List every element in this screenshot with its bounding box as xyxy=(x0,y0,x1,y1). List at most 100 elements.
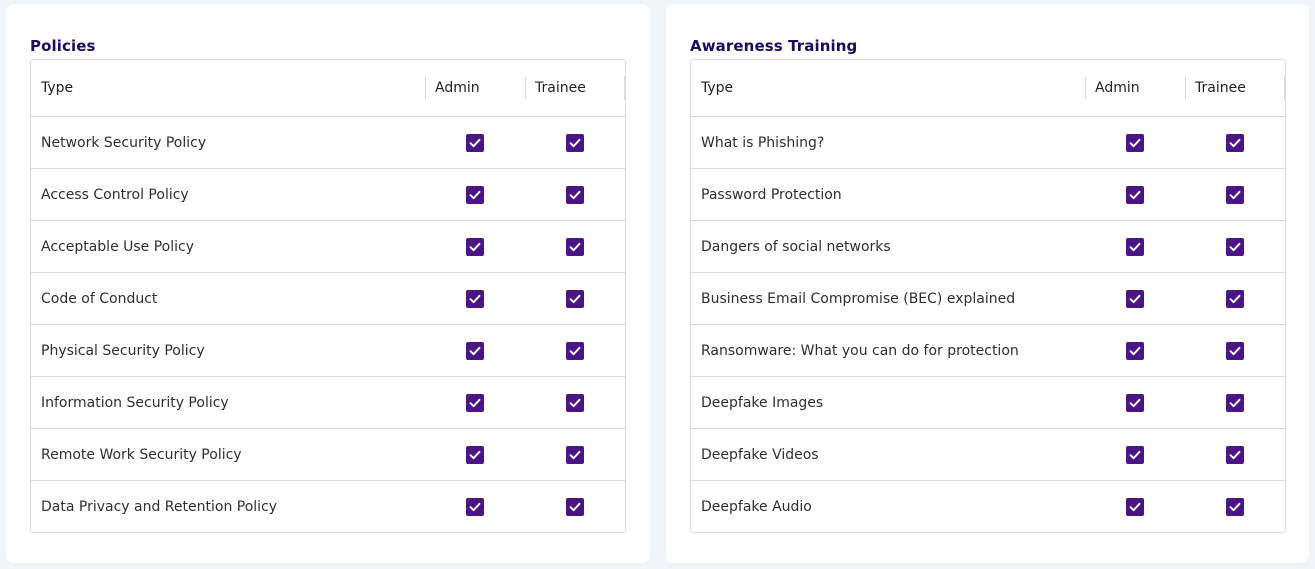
checkmark-icon xyxy=(569,294,581,303)
checkmark-icon xyxy=(1129,398,1141,407)
admin-checkbox[interactable] xyxy=(1126,185,1144,204)
checkmark-icon xyxy=(1129,138,1141,147)
checkmark-icon xyxy=(569,346,581,355)
admin-cell xyxy=(425,377,525,428)
table-header: Type Admin Trainee xyxy=(691,60,1285,116)
admin-cell xyxy=(425,221,525,272)
admin-checkbox[interactable] xyxy=(1126,445,1144,464)
trainee-checkbox[interactable] xyxy=(566,133,584,152)
admin-checkbox[interactable] xyxy=(1126,393,1144,412)
table-row: Code of Conduct xyxy=(31,272,625,324)
admin-checkbox[interactable] xyxy=(466,289,484,308)
admin-checkbox[interactable] xyxy=(1126,497,1144,516)
admin-cell xyxy=(425,117,525,168)
trainee-cell xyxy=(1185,325,1285,376)
table-row: Dangers of social networks xyxy=(691,220,1285,272)
trainee-checkbox[interactable] xyxy=(1226,185,1244,204)
table-row: What is Phishing? xyxy=(691,116,1285,168)
admin-checkbox[interactable] xyxy=(466,393,484,412)
trainee-checkbox[interactable] xyxy=(1226,237,1244,256)
checkmark-icon xyxy=(569,398,581,407)
trainee-checkbox[interactable] xyxy=(566,289,584,308)
admin-cell xyxy=(425,273,525,324)
admin-cell xyxy=(425,429,525,480)
admin-cell xyxy=(425,325,525,376)
trainee-checkbox[interactable] xyxy=(566,237,584,256)
checkmark-icon xyxy=(1229,346,1241,355)
checkmark-icon xyxy=(1229,450,1241,459)
admin-checkbox[interactable] xyxy=(466,133,484,152)
table-row: Ransomware: What you can do for protecti… xyxy=(691,324,1285,376)
trainee-checkbox[interactable] xyxy=(1226,133,1244,152)
trainee-cell xyxy=(1185,221,1285,272)
trainee-cell xyxy=(525,273,625,324)
admin-cell xyxy=(1085,429,1185,480)
trainee-checkbox[interactable] xyxy=(566,341,584,360)
trainee-cell xyxy=(525,117,625,168)
row-label: Code of Conduct xyxy=(41,290,158,307)
admin-cell xyxy=(425,481,525,532)
table-row: Network Security Policy xyxy=(31,116,625,168)
trainee-checkbox[interactable] xyxy=(1226,497,1244,516)
row-label: Physical Security Policy xyxy=(41,342,205,359)
trainee-checkbox[interactable] xyxy=(1226,289,1244,308)
checkmark-icon xyxy=(1129,346,1141,355)
trainee-checkbox[interactable] xyxy=(566,445,584,464)
checkmark-icon xyxy=(1129,450,1141,459)
admin-checkbox[interactable] xyxy=(466,445,484,464)
admin-cell xyxy=(1085,481,1185,532)
admin-checkbox[interactable] xyxy=(1126,133,1144,152)
admin-checkbox[interactable] xyxy=(1126,341,1144,360)
row-label: Information Security Policy xyxy=(41,394,229,411)
checkmark-icon xyxy=(569,450,581,459)
admin-cell xyxy=(1085,325,1185,376)
trainee-cell xyxy=(1185,377,1285,428)
table-row: Physical Security Policy xyxy=(31,324,625,376)
policies-table: Type Admin Trainee Network Security Poli… xyxy=(30,59,626,533)
header-trainee: Trainee xyxy=(1185,60,1285,116)
training-card: Awareness Training Type Admin Trainee Wh… xyxy=(666,4,1309,563)
table-row: Password Protection xyxy=(691,168,1285,220)
checkmark-icon xyxy=(1129,242,1141,251)
admin-checkbox[interactable] xyxy=(466,497,484,516)
admin-cell xyxy=(425,169,525,220)
trainee-checkbox[interactable] xyxy=(1226,445,1244,464)
checkmark-icon xyxy=(569,502,581,511)
admin-checkbox[interactable] xyxy=(466,185,484,204)
checkmark-icon xyxy=(469,190,481,199)
checkmark-icon xyxy=(1229,294,1241,303)
trainee-cell xyxy=(525,377,625,428)
admin-checkbox[interactable] xyxy=(1126,289,1144,308)
checkmark-icon xyxy=(1229,190,1241,199)
admin-checkbox[interactable] xyxy=(466,341,484,360)
table-row: Business Email Compromise (BEC) explaine… xyxy=(691,272,1285,324)
admin-checkbox[interactable] xyxy=(466,237,484,256)
checkmark-icon xyxy=(1129,294,1141,303)
trainee-checkbox[interactable] xyxy=(1226,341,1244,360)
row-label: Acceptable Use Policy xyxy=(41,238,195,255)
admin-checkbox[interactable] xyxy=(1126,237,1144,256)
row-label: Remote Work Security Policy xyxy=(41,446,242,463)
trainee-checkbox[interactable] xyxy=(566,393,584,412)
row-label: Deepfake Videos xyxy=(701,446,819,463)
trainee-checkbox[interactable] xyxy=(1226,393,1244,412)
table-row: Access Control Policy xyxy=(31,168,625,220)
trainee-cell xyxy=(1185,481,1285,532)
trainee-checkbox[interactable] xyxy=(566,497,584,516)
checkmark-icon xyxy=(1129,190,1141,199)
checkmark-icon xyxy=(1229,398,1241,407)
training-table: Type Admin Trainee What is Phishing? Pass… xyxy=(690,59,1286,533)
trainee-cell xyxy=(525,325,625,376)
admin-cell xyxy=(1085,117,1185,168)
header-admin: Admin xyxy=(1085,60,1185,116)
checkmark-icon xyxy=(569,138,581,147)
admin-cell xyxy=(1085,169,1185,220)
trainee-cell xyxy=(1185,169,1285,220)
checkmark-icon xyxy=(569,190,581,199)
trainee-checkbox[interactable] xyxy=(566,185,584,204)
trainee-cell xyxy=(1185,117,1285,168)
row-label: Ransomware: What you can do for protecti… xyxy=(701,342,1019,359)
table-row: Data Privacy and Retention Policy xyxy=(31,480,625,532)
admin-cell xyxy=(1085,377,1185,428)
admin-cell xyxy=(1085,273,1185,324)
